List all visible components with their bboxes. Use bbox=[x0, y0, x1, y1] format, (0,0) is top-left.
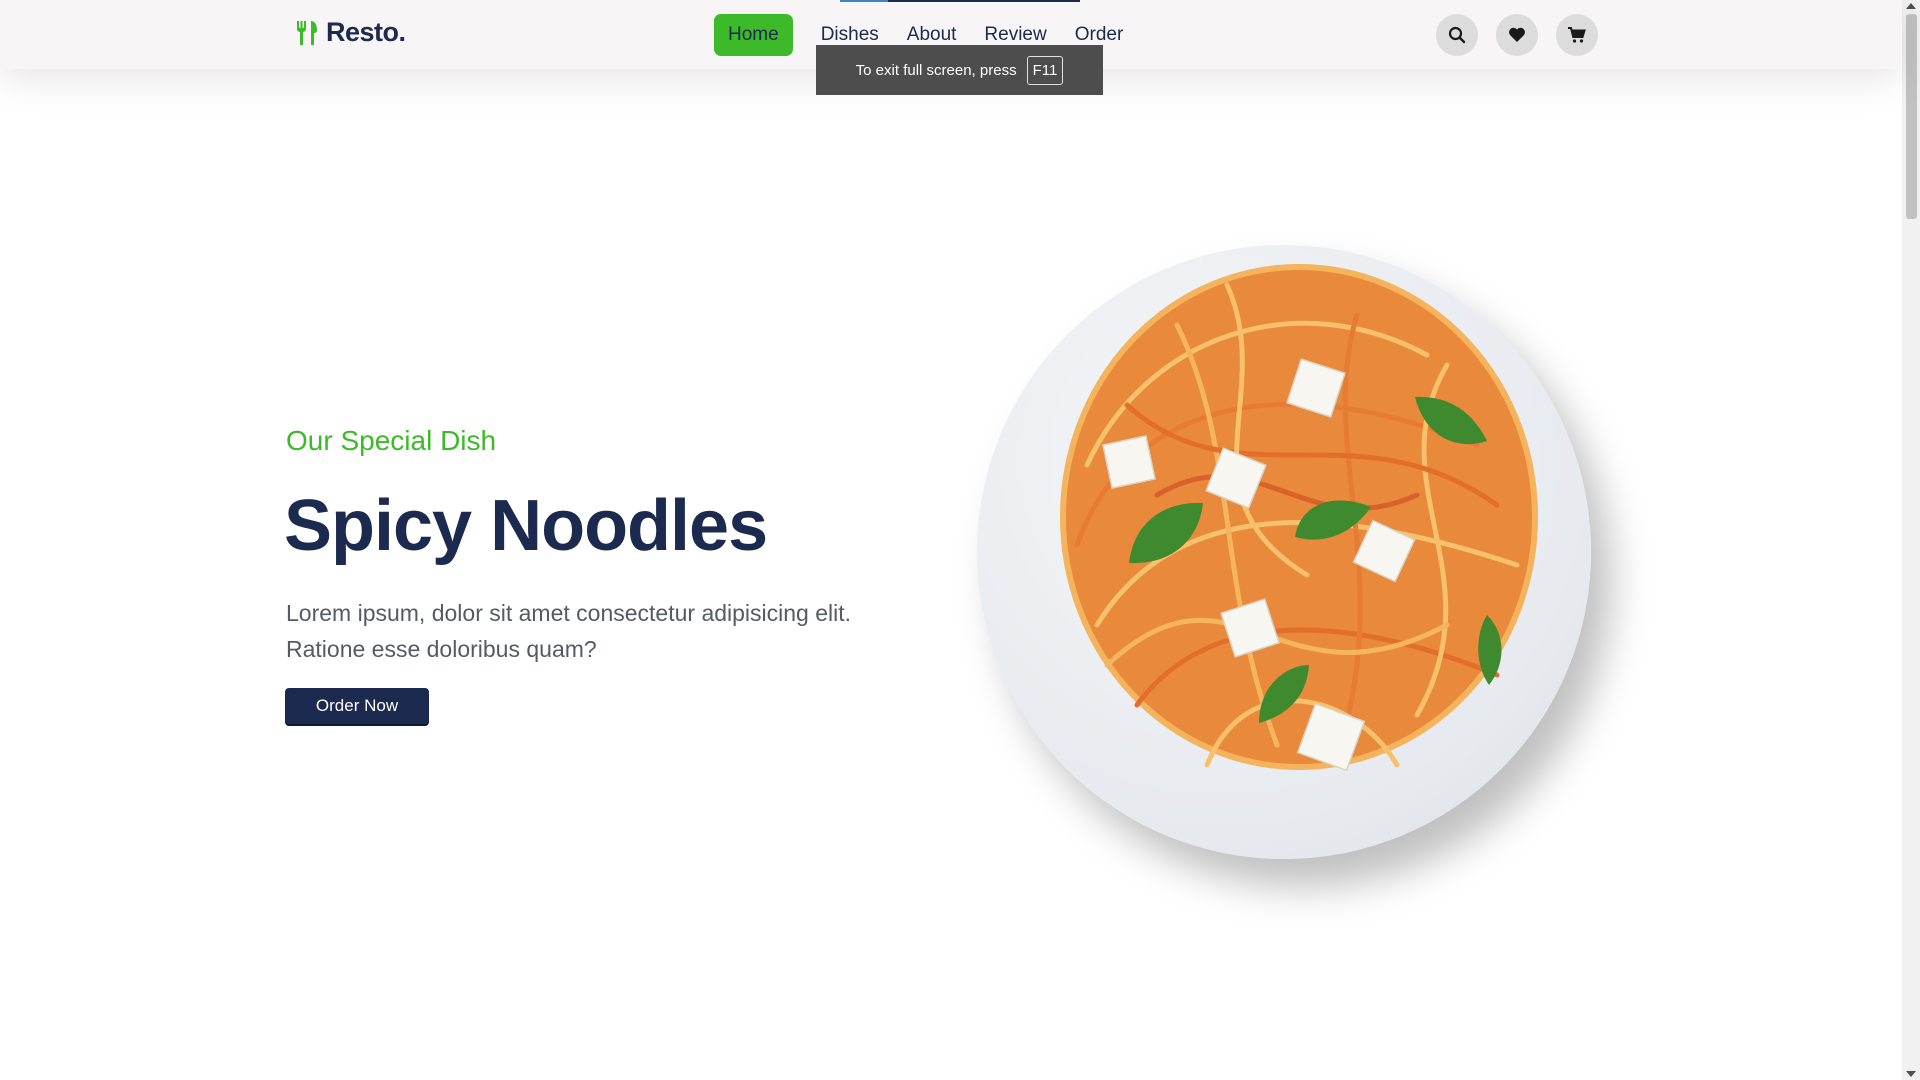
search-icon bbox=[1448, 26, 1466, 44]
fullscreen-toast-text: To exit full screen, press bbox=[855, 61, 1017, 79]
noodles-illustration bbox=[1060, 264, 1538, 772]
utensils-icon bbox=[297, 20, 317, 45]
order-now-button[interactable]: Order Now bbox=[285, 688, 429, 724]
nav-home[interactable]: Home bbox=[714, 14, 793, 56]
scrollbar-thumb[interactable] bbox=[1906, 14, 1917, 219]
scroll-up-arrow[interactable] bbox=[1906, 3, 1916, 9]
wishlist-button[interactable] bbox=[1496, 14, 1538, 56]
nav-indicator bbox=[840, 0, 888, 2]
fullscreen-exit-toast: To exit full screen, press F11 bbox=[816, 45, 1103, 95]
search-button[interactable] bbox=[1436, 14, 1478, 56]
hero-description: Lorem ipsum, dolor sit amet consectetur … bbox=[286, 600, 852, 662]
cart-icon bbox=[1568, 27, 1586, 43]
heart-icon bbox=[1509, 27, 1525, 42]
cart-button[interactable] bbox=[1556, 14, 1598, 56]
hero-title: Spicy Noodles bbox=[284, 486, 768, 566]
spicy-noodles-image bbox=[977, 245, 1591, 859]
logo[interactable]: Resto. bbox=[294, 17, 406, 48]
hero-tagline: Our Special Dish bbox=[286, 425, 497, 456]
fullscreen-key-badge: F11 bbox=[1026, 55, 1064, 85]
page-scrollbar[interactable] bbox=[1902, 0, 1920, 1080]
logo-text: Resto. bbox=[326, 17, 406, 47]
scroll-down-arrow[interactable] bbox=[1906, 1071, 1916, 1077]
